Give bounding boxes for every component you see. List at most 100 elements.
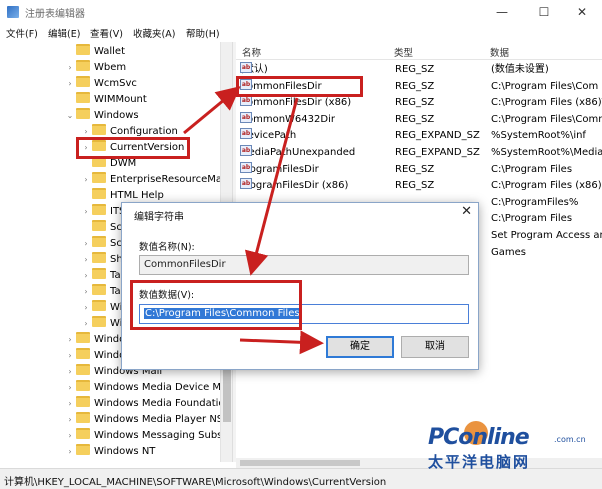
menu-file[interactable]: 文件(F) bbox=[6, 26, 38, 40]
value-data-input[interactable]: C:\Program Files\Common Files bbox=[139, 304, 469, 324]
column-name-header[interactable]: 名称 bbox=[242, 45, 261, 59]
chevron-icon[interactable]: › bbox=[64, 444, 76, 460]
chevron-icon[interactable]: › bbox=[64, 380, 76, 396]
tree-item[interactable]: › Wir bbox=[80, 316, 127, 332]
menu-edit[interactable]: 编辑(E) bbox=[48, 26, 80, 40]
chevron-icon[interactable]: ⌄ bbox=[64, 108, 76, 124]
tree-item[interactable]: › EnterpriseResourceMa bbox=[80, 172, 220, 188]
watermark-brand: PConline bbox=[428, 425, 530, 450]
value-name-text: CommonW6432Dir bbox=[240, 113, 335, 125]
string-value-icon: ab bbox=[240, 111, 252, 123]
value-name: ab CommonW6432Dir bbox=[240, 111, 335, 128]
value-type: REG_SZ bbox=[395, 64, 435, 75]
tree-item[interactable]: › ITS bbox=[80, 204, 125, 220]
chevron-icon[interactable]: › bbox=[80, 204, 92, 220]
chevron-icon[interactable]: › bbox=[80, 124, 92, 140]
list-item[interactable]: ab MediaPathUnexpanded REG_EXPAND_SZ %Syste… bbox=[236, 145, 602, 161]
menu-help[interactable]: 帮助(H) bbox=[186, 26, 220, 40]
title-bar: 注册表编辑器 — ☐ ✕ bbox=[0, 0, 602, 24]
chevron-icon[interactable]: › bbox=[64, 428, 76, 444]
maximize-button[interactable]: ☐ bbox=[524, 2, 564, 22]
tree-item[interactable]: › WcmSvc bbox=[64, 76, 137, 92]
tree-item[interactable]: › Windows NT bbox=[64, 444, 155, 460]
tree-item[interactable]: › Windo bbox=[64, 348, 125, 364]
close-button[interactable]: ✕ bbox=[562, 2, 602, 22]
value-name: ab (默认) bbox=[240, 62, 268, 78]
list-item[interactable]: ab CommonFilesDir (x86) REG_SZ C:\Program F… bbox=[236, 95, 602, 111]
chevron-icon[interactable]: › bbox=[64, 60, 76, 76]
minimize-button[interactable]: — bbox=[482, 2, 522, 22]
chevron-icon[interactable]: › bbox=[80, 268, 92, 284]
tree-item[interactable]: › Windows Media Foundatio bbox=[64, 396, 220, 412]
column-type-header[interactable]: 类型 bbox=[394, 45, 413, 59]
folder-icon bbox=[92, 172, 106, 183]
list-item[interactable]: ab CommonFilesDir REG_SZ C:\Program Files\C… bbox=[236, 78, 602, 95]
list-item[interactable]: ab ProgramFilesDir (x86) REG_SZ C:\Program … bbox=[236, 178, 602, 194]
chevron-icon[interactable]: › bbox=[80, 252, 92, 268]
chevron-icon[interactable]: › bbox=[80, 140, 92, 156]
tree-item-label: HTML Help bbox=[110, 190, 164, 201]
tree-item[interactable]: › Windows Media Device M bbox=[64, 380, 220, 396]
chevron-icon[interactable]: › bbox=[64, 396, 76, 412]
tree-item[interactable]: › Tab bbox=[80, 284, 127, 300]
chevron-icon[interactable]: › bbox=[80, 172, 92, 188]
folder-icon bbox=[92, 204, 106, 215]
string-value-icon: ab bbox=[240, 161, 252, 173]
value-type: REG_SZ bbox=[395, 113, 435, 125]
folder-icon bbox=[76, 428, 90, 439]
chevron-icon[interactable]: › bbox=[64, 76, 76, 92]
chevron-icon[interactable]: › bbox=[80, 236, 92, 252]
tree-item[interactable]: › CurrentVersion bbox=[80, 140, 184, 156]
tree-item[interactable]: › Scr bbox=[80, 236, 126, 252]
value-type: REG_SZ bbox=[395, 97, 435, 109]
folder-icon bbox=[76, 444, 90, 455]
folder-icon bbox=[76, 364, 90, 375]
value-data: C:\Program Files bbox=[491, 213, 573, 225]
list-scrollbar-thumb[interactable] bbox=[240, 460, 360, 466]
tree-item[interactable]: ⌄ Windows bbox=[64, 108, 139, 124]
value-name: ab MediaPathUnexpanded bbox=[240, 145, 355, 161]
tree-item[interactable]: › Tab bbox=[80, 268, 127, 284]
menu-bar: 文件(F) 编辑(E) 查看(V) 收藏夹(A) 帮助(H) bbox=[0, 24, 602, 42]
list-item[interactable]: ab ProgramFilesDir REG_SZ C:\Program Files bbox=[236, 161, 602, 178]
tree-item-label: DWM bbox=[110, 158, 137, 169]
folder-icon bbox=[76, 44, 90, 55]
tree-item-label: Wallet bbox=[94, 46, 126, 57]
tree-item[interactable]: WIMMount bbox=[64, 92, 147, 108]
menu-view[interactable]: 查看(V) bbox=[90, 26, 123, 40]
chevron-icon[interactable]: › bbox=[80, 300, 92, 316]
list-item[interactable]: ab CommonW6432Dir REG_SZ C:\Program Files\C… bbox=[236, 111, 602, 128]
ok-button[interactable]: 确定 bbox=[326, 336, 394, 358]
value-data-selected-text: C:\Program Files\Common Files bbox=[144, 308, 301, 319]
chevron-icon[interactable]: › bbox=[64, 412, 76, 428]
tree-item[interactable]: › Configuration bbox=[80, 124, 178, 140]
tree-item[interactable]: DWM bbox=[80, 156, 136, 172]
folder-icon bbox=[76, 348, 90, 359]
tree-item[interactable]: › Windo bbox=[64, 332, 125, 348]
folder-icon bbox=[76, 76, 90, 87]
tree-item[interactable]: › Wir bbox=[80, 300, 127, 316]
list-item[interactable]: ab DevicePath REG_EXPAND_SZ %SystemRoot%\in… bbox=[236, 128, 602, 144]
menu-favorites[interactable]: 收藏夹(A) bbox=[133, 26, 175, 40]
tree-item-label: Windows bbox=[94, 110, 139, 121]
cancel-button[interactable]: 取消 bbox=[401, 336, 469, 358]
watermark-domain: .com.cn bbox=[554, 435, 586, 444]
folder-icon bbox=[76, 380, 90, 391]
chevron-icon[interactable]: › bbox=[64, 332, 76, 348]
tree-item[interactable]: › Wbem bbox=[64, 60, 126, 76]
tree-item-label: WIMMount bbox=[94, 94, 147, 105]
tree-item[interactable]: › Windows Messaging Subs bbox=[64, 428, 220, 444]
tree-item-label: WcmSvc bbox=[94, 78, 137, 89]
chevron-icon[interactable]: › bbox=[64, 364, 76, 380]
list-item[interactable]: ab (默认) REG_SZ (数值未设置) bbox=[236, 62, 602, 78]
string-value-icon: ab bbox=[240, 145, 252, 156]
string-value-icon: ab bbox=[240, 62, 252, 73]
chevron-icon[interactable]: › bbox=[80, 284, 92, 300]
tree-item[interactable]: › Windows Media Player NS bbox=[64, 412, 220, 428]
column-data-header[interactable]: 数据 bbox=[490, 45, 509, 59]
tree-item[interactable]: Wallet bbox=[64, 44, 125, 60]
dialog-close-icon[interactable]: ✕ bbox=[461, 204, 472, 219]
chevron-icon[interactable]: › bbox=[64, 348, 76, 364]
chevron-icon[interactable]: › bbox=[80, 316, 92, 332]
value-name: ab ProgramFilesDir (x86) bbox=[240, 178, 348, 194]
